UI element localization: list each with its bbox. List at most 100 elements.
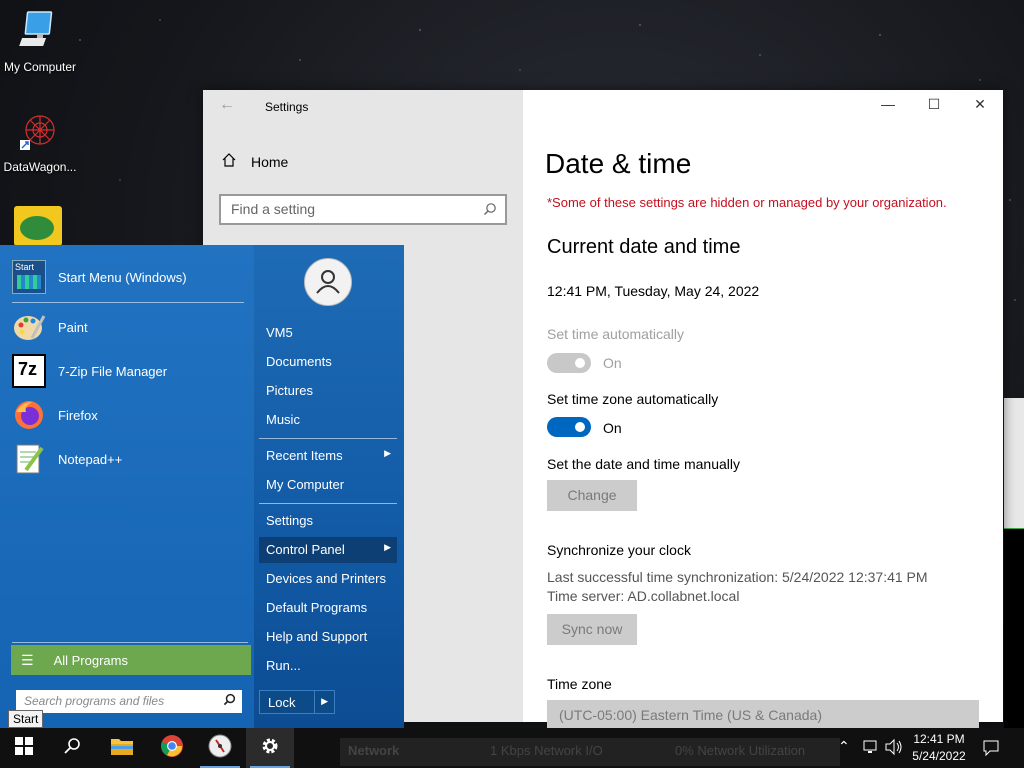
page-title: Date & time — [545, 148, 692, 179]
timezone-value: (UTC-05:00) Eastern Time (US & Canada) — [559, 707, 822, 723]
taskbar-clock[interactable]: 12:41 PM 5/24/2022 — [904, 731, 974, 765]
start-right-item-vm5[interactable]: VM5 — [259, 320, 397, 346]
start-right-item-settings[interactable]: Settings — [259, 508, 397, 534]
start-menu-icon: Start — [12, 260, 46, 294]
separator — [259, 438, 397, 439]
notepadpp-icon — [12, 442, 46, 476]
taskbar-search-button[interactable] — [48, 728, 96, 768]
start-item-firefox[interactable]: Firefox — [12, 395, 244, 435]
window-title: Settings — [265, 100, 309, 114]
nav-home-label: Home — [251, 153, 289, 170]
separator — [12, 642, 248, 643]
separator — [259, 503, 397, 504]
background-app-strip: Network 1 Kbps Network I/O 0% Network Ut… — [340, 738, 840, 766]
chevron-right-icon: ▶ — [321, 696, 328, 706]
computer-icon — [16, 8, 64, 56]
start-right-item-default-programs[interactable]: Default Programs — [259, 595, 397, 621]
windows-logo-icon — [15, 736, 33, 760]
org-warning: *Some of these settings are hidden or ma… — [547, 195, 947, 210]
timezone-label: Time zone — [547, 676, 612, 692]
start-right-item-my-computer[interactable]: My Computer — [259, 472, 397, 498]
lock-button[interactable]: Lock ▶ — [259, 690, 335, 714]
clock-date: 5/24/2022 — [912, 749, 966, 763]
set-time-auto-label: Set time automatically — [547, 326, 684, 342]
start-item-paint[interactable]: Paint — [12, 307, 244, 347]
change-button[interactable]: Change — [547, 480, 637, 511]
set-tz-auto-label: Set time zone automatically — [547, 391, 719, 407]
sync-heading: Synchronize your clock — [547, 542, 691, 558]
maximize-icon[interactable]: ☐ — [919, 96, 949, 113]
minimize-icon[interactable]: — — [873, 96, 903, 112]
start-right-item-pictures[interactable]: Pictures — [259, 378, 397, 404]
network-icon[interactable] — [862, 738, 880, 768]
start-item-notepadpp[interactable]: Notepad++ — [12, 439, 244, 479]
set-tz-auto-state: On — [603, 420, 622, 436]
start-right-item-help[interactable]: Help and Support — [259, 624, 397, 650]
start-menu-left-column: Start Start Menu (Windows) Paint 7z 7-Zi… — [0, 245, 254, 730]
start-item-start-menu[interactable]: Start Start Menu (Windows) — [12, 257, 244, 297]
chevron-right-icon: ▶ — [384, 448, 391, 458]
app-label: Paint — [58, 319, 88, 335]
tray-chevron-up-icon[interactable]: ⌃ — [838, 738, 850, 768]
desktop-icon-datawagon[interactable]: DataWagon... — [0, 108, 80, 174]
taskbar-settings[interactable] — [246, 728, 294, 768]
all-programs-button[interactable]: ☰ All Programs — [11, 645, 251, 675]
section-heading-current: Current date and time — [547, 236, 741, 258]
volume-icon[interactable] — [884, 738, 904, 768]
start-right-item-documents[interactable]: Documents — [259, 349, 397, 375]
taskbar: Network 1 Kbps Network I/O 0% Network Ut… — [0, 728, 1024, 768]
search-placeholder: Find a setting — [231, 201, 316, 217]
set-time-auto-state: On — [603, 355, 622, 371]
start-right-item-music[interactable]: Music — [259, 407, 397, 433]
app-label: Notepad++ — [58, 451, 123, 467]
nav-home[interactable]: Home — [221, 152, 288, 171]
desktop-icon-label: DataWagon... — [3, 160, 77, 174]
clock-time: 12:41 PM — [913, 732, 965, 746]
start-menu-right-column: VM5 Documents Pictures Music Recent Item… — [255, 245, 404, 730]
paint-icon — [12, 310, 46, 344]
firefox-icon — [12, 398, 46, 432]
back-arrow-icon[interactable]: ← — [219, 96, 239, 116]
set-time-auto-toggle[interactable] — [547, 353, 591, 373]
start-right-item-run[interactable]: Run... — [259, 653, 397, 679]
search-icon — [63, 737, 81, 760]
background-window-edge — [1004, 398, 1024, 728]
app-label: Start Menu (Windows) — [58, 269, 187, 285]
taskbar-datawagon[interactable] — [196, 728, 244, 768]
separator — [12, 302, 244, 303]
taskbar-file-explorer[interactable] — [98, 728, 146, 768]
set-tz-auto-toggle[interactable] — [547, 417, 591, 437]
notification-icon[interactable] — [982, 739, 1000, 768]
start-button[interactable] — [0, 728, 48, 768]
desktop-icon-my-computer[interactable]: My Computer — [0, 8, 80, 74]
taskbar-chrome[interactable] — [148, 728, 196, 768]
chevron-right-icon: ▶ — [384, 542, 391, 552]
start-tooltip: Start — [8, 710, 44, 728]
user-avatar[interactable] — [304, 258, 352, 306]
list-icon: ☰ — [21, 651, 34, 668]
start-menu: Start Start Menu (Windows) Paint 7z 7-Zi… — [0, 245, 404, 730]
search-icon — [223, 693, 236, 709]
sync-now-button[interactable]: Sync now — [547, 614, 637, 645]
desktop-icon-partial[interactable] — [14, 206, 62, 246]
compass-icon — [208, 734, 232, 763]
find-setting-input[interactable]: Find a setting — [219, 194, 507, 225]
manual-label: Set the date and time manually — [547, 456, 741, 472]
current-datetime: 12:41 PM, Tuesday, May 24, 2022 — [547, 283, 760, 299]
start-right-item-control-panel[interactable]: Control Panel ▶ — [259, 537, 397, 563]
close-icon[interactable]: ✕ — [965, 96, 995, 113]
app-label: 7-Zip File Manager — [58, 363, 168, 379]
start-right-item-devices[interactable]: Devices and Printers — [259, 566, 397, 592]
time-server-text: Time server: AD.collabnet.local — [547, 588, 740, 604]
chrome-icon — [160, 734, 184, 763]
7zip-icon: 7z — [12, 354, 46, 388]
gear-icon — [260, 736, 280, 761]
start-item-7zip[interactable]: 7z 7-Zip File Manager — [12, 351, 244, 391]
folder-icon — [110, 736, 134, 761]
start-search-placeholder: Search programs and files — [24, 694, 165, 708]
start-search-input[interactable]: Search programs and files — [16, 690, 242, 713]
start-right-item-recent[interactable]: Recent Items ▶ — [259, 443, 397, 469]
datawagon-icon — [16, 108, 64, 156]
home-icon — [221, 152, 237, 171]
desktop-icon-label: My Computer — [3, 60, 77, 74]
